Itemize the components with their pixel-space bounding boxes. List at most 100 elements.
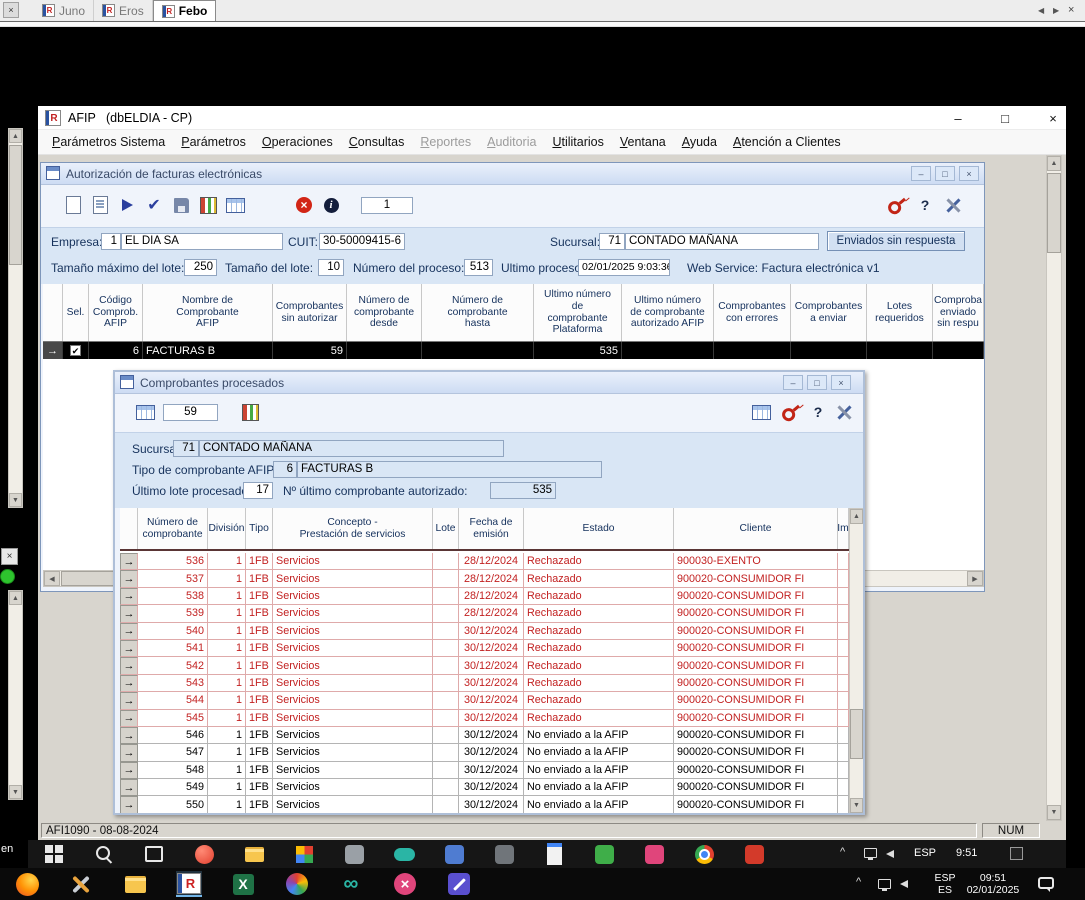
- scroll-down-icon[interactable]: [9, 493, 22, 507]
- volume-icon[interactable]: [900, 880, 908, 888]
- help-icon[interactable]: [915, 195, 935, 215]
- child-minimize-button[interactable]: [911, 166, 931, 181]
- cancel-icon[interactable]: [294, 195, 314, 215]
- enviados-sin-respuesta-button[interactable]: Enviados sin respuesta: [827, 231, 965, 251]
- ledger-icon[interactable]: [240, 402, 260, 422]
- table-row[interactable]: →55011FBServicios30/12/2024No enviado a …: [120, 796, 849, 813]
- tab-close-icon[interactable]: [1068, 4, 1074, 16]
- table-row[interactable]: →54711FBServicios30/12/2024No enviado a …: [120, 744, 849, 761]
- process-counter-field[interactable]: 1: [361, 197, 413, 214]
- table-row[interactable]: →54911FBServicios30/12/2024No enviado a …: [120, 779, 849, 796]
- side-close-button[interactable]: [1, 548, 18, 565]
- left-panel-scrollbar-2[interactable]: [8, 590, 23, 800]
- clock[interactable]: 9:51: [956, 847, 977, 859]
- lote-size-field[interactable]: 10: [318, 259, 344, 276]
- proceso-field[interactable]: 513: [464, 259, 493, 276]
- scrollbar-thumb[interactable]: [9, 145, 22, 265]
- scroll-left-icon[interactable]: [44, 571, 60, 586]
- windows-start-icon[interactable]: [42, 842, 66, 866]
- afip-maximize-button[interactable]: [990, 108, 1020, 128]
- notes-icon[interactable]: [542, 842, 566, 866]
- table-row[interactable]: →54011FBServicios30/12/2024Rechazado9000…: [120, 623, 849, 640]
- afip-minimize-button[interactable]: [943, 108, 973, 128]
- paint-icon[interactable]: [284, 871, 310, 897]
- tools-icon[interactable]: [943, 195, 963, 215]
- menubar-item[interactable]: Consultas: [341, 130, 413, 154]
- tab-eros[interactable]: REros: [94, 0, 153, 21]
- child-maximize-button[interactable]: [935, 166, 955, 181]
- afip-close-button[interactable]: [1038, 108, 1068, 128]
- table-icon[interactable]: [751, 402, 771, 422]
- modal-maximize-button[interactable]: [807, 375, 827, 390]
- empresa-number-field[interactable]: 1: [101, 233, 121, 250]
- auth-selected-row[interactable]: →6FACTURAS B59535: [43, 342, 984, 359]
- app-red-icon[interactable]: [742, 842, 766, 866]
- checkbox-cell[interactable]: [63, 342, 89, 359]
- tab-scroll-left-icon[interactable]: [1038, 6, 1044, 15]
- teams-icon[interactable]: [392, 842, 416, 866]
- table-row[interactable]: →54511FBServicios30/12/2024Rechazado9000…: [120, 710, 849, 727]
- record-counter-field[interactable]: 59: [163, 404, 218, 421]
- ultimo-lote-field[interactable]: 17: [243, 482, 273, 499]
- tab-juno[interactable]: RJuno: [34, 0, 94, 21]
- mdi-vertical-scrollbar[interactable]: [1046, 155, 1062, 821]
- info-icon[interactable]: [321, 195, 341, 215]
- scroll-up-icon[interactable]: [850, 509, 863, 524]
- help-icon[interactable]: [808, 402, 828, 422]
- properties-icon[interactable]: [90, 195, 110, 215]
- table-row[interactable]: →54311FBServicios30/12/2024Rechazado9000…: [120, 675, 849, 692]
- menubar-item[interactable]: Parámetros: [173, 130, 254, 154]
- language-indicator[interactable]: ESP: [914, 847, 936, 859]
- menubar-item[interactable]: Utilitarios: [544, 130, 611, 154]
- grid-icon[interactable]: [225, 195, 245, 215]
- app-green-icon[interactable]: [592, 842, 616, 866]
- child-close-button[interactable]: [959, 166, 979, 181]
- scrollbar-thumb[interactable]: [850, 709, 863, 759]
- grid-icon[interactable]: [135, 402, 155, 422]
- confirm-icon[interactable]: [144, 195, 164, 215]
- checkbox-checked-icon[interactable]: [70, 345, 81, 356]
- save-icon[interactable]: [171, 195, 191, 215]
- table-row[interactable]: →54611FBServicios30/12/2024No enviado a …: [120, 727, 849, 744]
- tools-icon[interactable]: [834, 402, 854, 422]
- tab-febo[interactable]: RFebo: [153, 0, 217, 21]
- app-pink-icon[interactable]: [642, 842, 666, 866]
- office-icon[interactable]: [292, 842, 316, 866]
- volume-icon[interactable]: [886, 850, 894, 858]
- menubar-item[interactable]: Atención a Clientes: [725, 130, 849, 154]
- new-document-icon[interactable]: [63, 195, 83, 215]
- menubar-item[interactable]: Operaciones: [254, 130, 341, 154]
- browser-icon[interactable]: [192, 842, 216, 866]
- scrollbar-thumb[interactable]: [1047, 173, 1061, 253]
- clock[interactable]: 09:5102/01/2025: [962, 872, 1024, 896]
- folder-icon[interactable]: [122, 871, 148, 897]
- notification-icon[interactable]: [1010, 847, 1023, 860]
- file-explorer-icon[interactable]: [242, 842, 266, 866]
- menubar-item[interactable]: Parámetros Sistema: [44, 130, 173, 154]
- tray-expand-icon[interactable]: [840, 846, 845, 858]
- search-icon[interactable]: [92, 842, 116, 866]
- scroll-down-icon[interactable]: [1047, 805, 1061, 820]
- scroll-right-icon[interactable]: [967, 571, 983, 586]
- menubar-item[interactable]: Ventana: [612, 130, 674, 154]
- scroll-up-icon[interactable]: [9, 129, 22, 143]
- infinity-icon[interactable]: [338, 871, 364, 897]
- scroll-down-icon[interactable]: [850, 798, 863, 813]
- table-row[interactable]: →54411FBServicios30/12/2024Rechazado9000…: [120, 692, 849, 709]
- left-panel-scrollbar[interactable]: [8, 128, 23, 508]
- sucursal-number-field[interactable]: 71: [599, 233, 625, 250]
- table-row[interactable]: →54811FBServicios30/12/2024No enviado a …: [120, 762, 849, 779]
- language-indicator[interactable]: ESPES: [930, 872, 960, 896]
- table-row[interactable]: →53611FBServicios28/12/2024Rechazado9000…: [120, 553, 849, 570]
- table-row[interactable]: →53711FBServicios28/12/2024Rechazado9000…: [120, 570, 849, 587]
- pink-x-icon[interactable]: [392, 871, 418, 897]
- ledger-icon[interactable]: [198, 195, 218, 215]
- task-view-icon[interactable]: [142, 842, 166, 866]
- app-blue-icon[interactable]: [442, 842, 466, 866]
- table-row[interactable]: →53811FBServicios28/12/2024Rechazado9000…: [120, 588, 849, 605]
- firefox-icon[interactable]: [14, 871, 40, 897]
- network-icon[interactable]: [878, 879, 891, 889]
- chrome-icon[interactable]: [692, 842, 716, 866]
- tray-expand-icon[interactable]: [856, 876, 861, 888]
- run-icon[interactable]: [117, 195, 137, 215]
